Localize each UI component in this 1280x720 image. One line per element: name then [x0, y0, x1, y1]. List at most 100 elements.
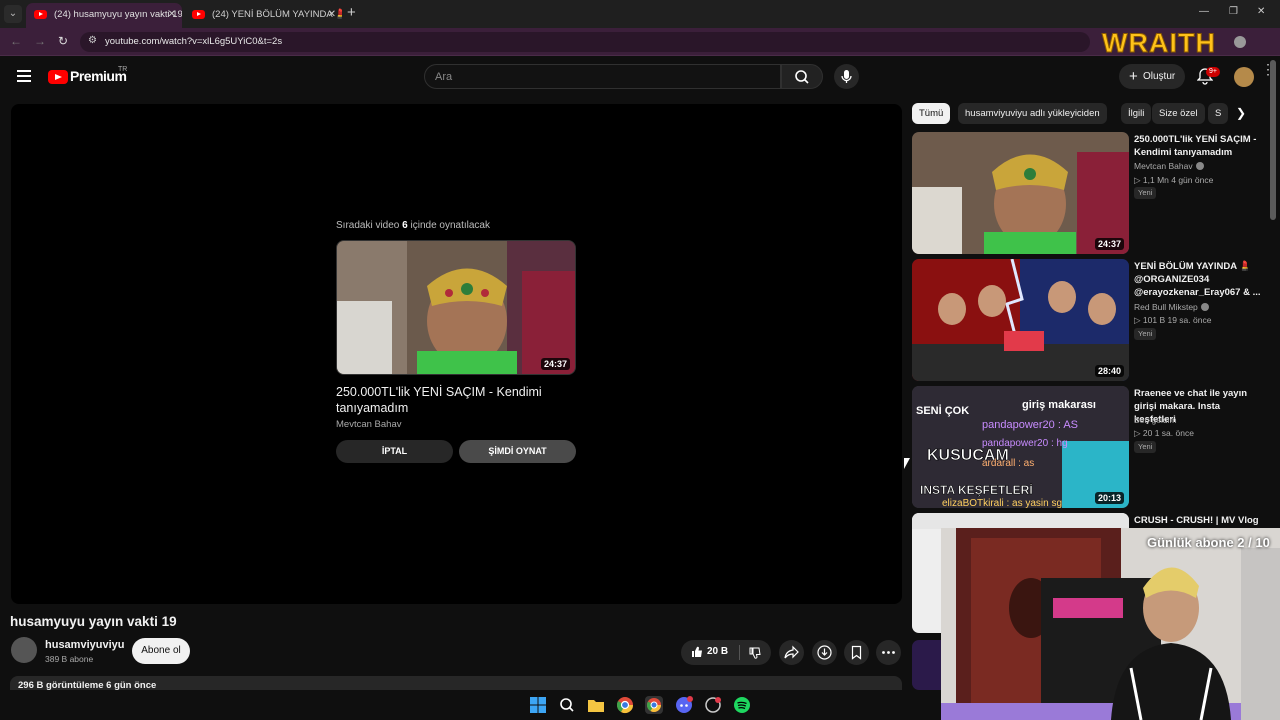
chip-for-you[interactable]: Size özel [1152, 103, 1205, 124]
daily-subscriber-goal: Günlük abone 2 / 10 [1147, 535, 1270, 550]
close-icon[interactable]: ✕ [328, 3, 336, 27]
upnext-title[interactable]: 250.000TL'lik YENİ SAÇIM - Kendimi tanıy… [336, 384, 576, 416]
search-input[interactable] [425, 65, 780, 88]
upnext-thumbnail[interactable]: 24:37 [336, 240, 576, 375]
restore-icon[interactable]: ❐ [1229, 6, 1238, 17]
rec-channel[interactable]: Ben geldim [1134, 415, 1177, 425]
mouse-cursor [904, 458, 910, 469]
verified-icon [1195, 162, 1204, 170]
upnext-seconds: 6 [402, 220, 408, 231]
chat-line: elizaBOTkirali : as yasin sg [942, 498, 1062, 508]
rec-channel[interactable]: Red Bull Mikstep [1134, 302, 1209, 312]
scrollbar[interactable] [1270, 60, 1276, 220]
chat-line: ardarall : as [982, 458, 1034, 469]
duration-badge: 28:40 [1094, 365, 1124, 377]
channel-name[interactable]: husamviyuviyu [45, 639, 124, 651]
rec-meta: ▷ 1,1 Mn 4 gün önce [1134, 175, 1214, 185]
chevron-right-icon[interactable]: ❯ [1236, 106, 1246, 120]
plus-icon: + [1129, 68, 1138, 85]
subscribe-button[interactable]: Abone ol [132, 638, 190, 664]
screen: ⌄ (24) husamyuyu yayın vakti 19 ✕ (24) Y… [0, 0, 1280, 720]
like-count[interactable]: 20 B [707, 646, 728, 657]
rec-channel-name: Red Bull Mikstep [1134, 302, 1198, 312]
microphone-icon [841, 70, 852, 83]
app-icon[interactable] [704, 696, 722, 714]
rec-title[interactable]: 250.000TL'lik YENİ SAÇIM - Kendimi tanıy… [1134, 133, 1264, 159]
rec-title[interactable]: CRUSH - CRUSH! | MV Vlog [1134, 514, 1264, 527]
tab-search-button[interactable]: ⌄ [4, 5, 22, 23]
forward-icon[interactable]: → [34, 34, 46, 48]
url-text: youtube.com/watch?v=xlL6g5UYiC0&t=2s [105, 36, 283, 47]
share-icon [784, 645, 799, 659]
thumbs-down-icon[interactable] [749, 647, 761, 659]
webcam-image [941, 528, 1280, 720]
webcam-overlay [941, 528, 1280, 720]
windows-start-icon[interactable] [529, 696, 547, 714]
thumb-text: giriş makarası [1022, 399, 1096, 411]
menu-icon[interactable] [17, 70, 31, 82]
url-field[interactable]: ⚙ youtube.com/watch?v=xlL6g5UYiC0&t=2s [80, 32, 1090, 52]
close-icon[interactable]: ✕ [168, 3, 176, 27]
back-icon[interactable]: ← [10, 34, 22, 48]
thumb-text: INSTA KEŞFETLERİ [920, 482, 1033, 497]
youtube-favicon-icon [34, 10, 47, 19]
browser-tab-bar: ⌄ (24) husamyuyu yayın vakti 19 ✕ (24) Y… [0, 0, 1280, 28]
rec-channel[interactable]: Mevtcan Bahav [1134, 161, 1204, 171]
site-info-icon[interactable]: ⚙ [88, 35, 97, 46]
new-badge: Yeni [1134, 441, 1157, 453]
subscriber-count: 389 B abone [45, 654, 94, 664]
wraith-logo: WRAITH [1102, 28, 1216, 59]
upnext-channel[interactable]: Mevtcan Bahav [336, 419, 401, 430]
region-code: TR [118, 66, 128, 73]
search-box[interactable] [424, 64, 781, 89]
chrome-icon[interactable] [616, 696, 634, 714]
file-explorer-icon[interactable] [587, 696, 605, 714]
search-icon[interactable] [558, 696, 576, 714]
bookmark-icon [851, 645, 862, 660]
save-button[interactable] [844, 640, 869, 665]
account-avatar[interactable] [1234, 67, 1254, 87]
spotify-icon[interactable] [733, 696, 751, 714]
share-button[interactable] [779, 640, 804, 665]
create-button[interactable]: + Oluştur [1119, 64, 1185, 89]
youtube-logo-icon[interactable] [48, 70, 68, 84]
chip-from-uploader[interactable]: husamviyuviyu adlı yükleyiciden [958, 103, 1107, 124]
voice-search-button[interactable] [834, 64, 859, 89]
duration-badge: 20:13 [1094, 492, 1124, 504]
chat-line: pandapower20 : hg [982, 438, 1068, 449]
minimize-icon[interactable]: — [1199, 6, 1209, 17]
rec-thumbnail[interactable]: 28:40 [912, 259, 1129, 381]
rec-title[interactable]: YENİ BÖLÜM YAYINDA 💄 @ORGANIZE034 @erayo… [1134, 260, 1264, 299]
rec-meta: ▷ 101 B 19 sa. önce [1134, 315, 1212, 325]
thumbnail-image [912, 259, 1129, 381]
more-actions-button[interactable] [876, 640, 901, 665]
browser-tab[interactable]: (24) YENİ BÖLÜM YAYINDA 💄 ✕ [184, 3, 342, 28]
download-button[interactable] [812, 640, 837, 665]
rec-meta: ▷ 20 1 sa. önce [1134, 428, 1194, 438]
taskbar [527, 694, 767, 716]
chip-related[interactable]: İlgili [1121, 103, 1152, 124]
chip-all[interactable]: Tümü [912, 103, 951, 124]
thumbs-up-icon[interactable] [691, 646, 703, 658]
upnext-countdown: Sıradaki video 6 içinde oynatılacak [336, 220, 490, 231]
cancel-button[interactable]: İPTAL [336, 440, 453, 463]
thumbnail-image: SENİ ÇOK KUSUCAM INSTA KEŞFETLERİ giriş … [912, 386, 1129, 508]
channel-avatar[interactable] [11, 637, 37, 663]
duration-badge: 24:37 [1094, 238, 1124, 250]
notification-count-badge: 9+ [1206, 67, 1220, 77]
browser-tab-active[interactable]: (24) husamyuyu yayın vakti 19 ✕ [26, 3, 182, 28]
rec-thumbnail[interactable]: 24:37 [912, 132, 1129, 254]
new-tab-button[interactable]: + [347, 5, 356, 21]
upnext-prefix: Sıradaki video [336, 220, 400, 231]
address-bar-row: ← → ↻ ⚙ youtube.com/watch?v=xlL6g5UYiC0&… [0, 28, 1280, 77]
discord-icon[interactable] [675, 696, 693, 714]
rec-thumbnail[interactable]: SENİ ÇOK KUSUCAM INSTA KEŞFETLERİ giriş … [912, 386, 1129, 508]
chrome-active-icon[interactable] [645, 696, 663, 714]
reload-icon[interactable]: ↻ [58, 34, 68, 48]
more-horizontal-icon [882, 651, 895, 654]
chip-more[interactable]: S [1208, 103, 1229, 124]
window-close-icon[interactable]: ✕ [1257, 6, 1265, 17]
play-now-button[interactable]: ŞİMDİ OYNAT [459, 440, 576, 463]
search-button[interactable] [781, 64, 823, 89]
description-box[interactable]: 296 B görüntüleme 6 gün önce [10, 676, 902, 690]
